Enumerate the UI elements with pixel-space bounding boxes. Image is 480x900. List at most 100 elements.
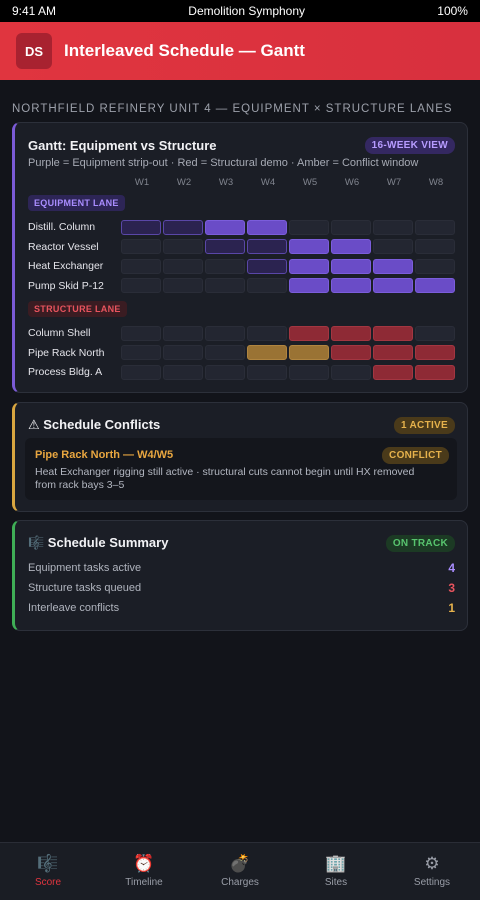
summary-title: 🎼 Schedule Summary <box>28 535 169 550</box>
gantt-cell[interactable] <box>373 239 413 254</box>
gantt-cell[interactable] <box>331 258 371 274</box>
gantt-row[interactable]: Heat Exchanger <box>28 258 457 274</box>
nav-label: Timeline <box>125 877 163 888</box>
gantt-cell[interactable] <box>373 278 413 293</box>
gantt-cell[interactable] <box>289 239 329 254</box>
gantt-cell[interactable] <box>415 345 455 360</box>
gantt-cell[interactable] <box>121 239 161 254</box>
week-label: W6 <box>344 177 360 188</box>
gantt-cell[interactable] <box>247 278 287 293</box>
gantt-cell[interactable] <box>121 345 161 360</box>
gantt-cell[interactable] <box>121 258 161 274</box>
gantt-cell[interactable] <box>415 219 455 235</box>
gantt-cell[interactable] <box>205 258 245 274</box>
gantt-cell[interactable] <box>331 219 371 235</box>
gantt-cell[interactable] <box>247 325 287 341</box>
gantt-cell[interactable] <box>121 219 161 235</box>
status-badge: ON TRACK <box>385 534 455 552</box>
gantt-cell[interactable] <box>331 239 371 254</box>
structure-lane-label: STRUCTURE LANE <box>28 301 127 317</box>
gantt-row[interactable]: Column Shell <box>28 325 457 341</box>
gantt-row[interactable]: Pump Skid P-12 <box>28 278 457 294</box>
gantt-cell[interactable] <box>247 364 287 380</box>
nav-item-sites[interactable]: 🏢 Sites <box>288 843 384 900</box>
gantt-cell[interactable] <box>289 278 329 293</box>
gantt-cell[interactable] <box>247 345 287 360</box>
week-label: W5 <box>302 177 318 188</box>
week-label: W3 <box>218 177 234 188</box>
gantt-cell[interactable] <box>205 345 245 360</box>
gantt-cell[interactable] <box>205 325 245 341</box>
gantt-cell[interactable] <box>247 258 287 274</box>
status-time: 9:41 AM <box>12 4 57 18</box>
gantt-row[interactable]: Distill. Column <box>28 219 457 235</box>
conflicts-title: ⚠ Schedule Conflicts <box>28 417 161 432</box>
nav-item-charges[interactable]: 💣 Charges <box>192 843 288 900</box>
conflict-item[interactable]: Pipe Rack North — W4/W5 CONFLICT Heat Ex… <box>25 438 457 500</box>
gantt-cell[interactable] <box>415 239 455 254</box>
gantt-cell[interactable] <box>163 219 203 235</box>
gantt-cell[interactable] <box>331 345 371 360</box>
gantt-cell[interactable] <box>289 219 329 235</box>
gantt-cell[interactable] <box>373 258 413 274</box>
gantt-cell[interactable] <box>289 258 329 274</box>
gantt-cell[interactable] <box>331 364 371 380</box>
gantt-cell[interactable] <box>163 325 203 341</box>
gantt-cell[interactable] <box>289 364 329 380</box>
gantt-cell[interactable] <box>289 345 329 360</box>
week-label: W1 <box>134 177 150 188</box>
nav-item-timeline[interactable]: ⏰ Timeline <box>96 843 192 900</box>
gantt-cell[interactable] <box>163 239 203 254</box>
page-title: Interleaved Schedule — Gantt <box>64 41 305 60</box>
view-range-badge[interactable]: 16-WEEK VIEW <box>364 136 455 154</box>
summary-value: 4 <box>448 561 455 575</box>
conflict-badge: CONFLICT <box>382 447 449 464</box>
score-icon: 🎼 <box>37 854 59 873</box>
nav-item-score[interactable]: 🎼 Score <box>0 843 96 900</box>
gantt-cell[interactable] <box>373 325 413 341</box>
gantt-cell[interactable] <box>205 278 245 293</box>
row-label: Distill. Column <box>28 221 96 233</box>
row-label: Column Shell <box>28 327 91 339</box>
summary-row: Structure tasks queued 3 <box>28 581 455 595</box>
gantt-cell[interactable] <box>163 345 203 360</box>
nav-label: Sites <box>324 877 348 888</box>
gantt-cell[interactable] <box>415 364 455 380</box>
conflicts-count-badge: 1 ACTIVE <box>393 416 455 434</box>
gantt-cell[interactable] <box>247 239 287 254</box>
gantt-cell[interactable] <box>331 325 371 341</box>
gantt-cell[interactable] <box>415 278 455 293</box>
gantt-cell[interactable] <box>415 325 455 341</box>
gantt-cell[interactable] <box>163 258 203 274</box>
row-label: Process Bldg. A <box>28 366 103 378</box>
gantt-row[interactable]: Reactor Vessel <box>28 239 457 255</box>
gantt-row[interactable]: Pipe Rack North <box>28 345 457 361</box>
gantt-cell[interactable] <box>331 278 371 293</box>
gantt-cell[interactable] <box>289 325 329 341</box>
gantt-cell[interactable] <box>205 239 245 254</box>
summary-value: 3 <box>448 581 455 595</box>
gantt-cell[interactable] <box>121 278 161 293</box>
gantt-cell[interactable] <box>121 325 161 341</box>
gantt-cell[interactable] <box>121 364 161 380</box>
app-header: DS Interleaved Schedule — Gantt <box>0 22 480 80</box>
gantt-cell[interactable] <box>373 219 413 235</box>
app-logo[interactable]: DS <box>16 33 52 69</box>
gantt-cell[interactable] <box>373 364 413 380</box>
gantt-cell[interactable] <box>205 364 245 380</box>
gantt-cell[interactable] <box>247 219 287 235</box>
gantt-cell[interactable] <box>415 258 455 274</box>
summary-card: 🎼 Schedule Summary ON TRACK Equipment ta… <box>12 520 468 631</box>
gantt-row[interactable]: Process Bldg. A <box>28 364 457 380</box>
gantt-legend: Purple = Equipment strip-out · Red = Str… <box>28 157 419 169</box>
gantt-card: Gantt: Equipment vs Structure 16-WEEK VI… <box>12 122 468 393</box>
nav-item-settings[interactable]: ⚙ Settings <box>384 843 480 900</box>
bottom-nav: 🎼 Score ⏰ Timeline 💣 Charges 🏢 Sites ⚙ Settings <box>0 842 480 900</box>
summary-value: 1 <box>448 601 455 615</box>
gantt-cell[interactable] <box>163 364 203 380</box>
summary-row: Interleave conflicts 1 <box>28 601 455 615</box>
gantt-cell[interactable] <box>373 345 413 360</box>
gantt-cell[interactable] <box>205 219 245 235</box>
week-label: W8 <box>428 177 444 188</box>
gantt-cell[interactable] <box>163 278 203 293</box>
